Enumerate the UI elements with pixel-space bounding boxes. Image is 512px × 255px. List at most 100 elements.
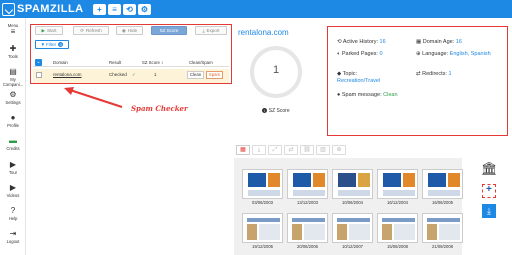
spam-checker-label: Spam Checker xyxy=(131,104,188,113)
list-button[interactable]: ≡ xyxy=(108,4,121,15)
sidebar-item-profile[interactable]: ● Profile xyxy=(0,113,26,129)
sidebar-item-label: Profile xyxy=(7,123,19,128)
tour-icon: ▶ xyxy=(9,160,17,169)
download-icon: ⤓ xyxy=(257,147,261,153)
download-icon: ⤓ xyxy=(487,206,491,216)
sidebar-item-label: Credits xyxy=(6,146,20,151)
app-logo[interactable]: SPAMZILLA xyxy=(2,2,84,16)
thumb-image xyxy=(293,190,325,196)
link-icon: ⛓ xyxy=(303,147,311,153)
toolbar-highlight-box xyxy=(30,24,232,84)
sidebar-item-label: Tour xyxy=(8,170,18,175)
snapshot-thumbnail[interactable] xyxy=(422,213,463,243)
thumb-image xyxy=(427,218,460,222)
calendar-icon: ▦ xyxy=(240,147,246,153)
user-icon: ● xyxy=(10,113,16,122)
snapshot-date: 10/12/2007 xyxy=(342,244,363,249)
tools-icon: ✚ xyxy=(9,44,17,53)
snapshot-thumbnail[interactable] xyxy=(332,169,373,199)
thumb-image xyxy=(382,224,392,240)
thumb-image xyxy=(338,190,370,196)
thumb-image xyxy=(428,173,446,187)
sidebar-menu[interactable]: Menu ≡ xyxy=(0,23,26,37)
sidebar-item-label: Logout xyxy=(6,239,20,244)
thumb-image xyxy=(427,224,437,240)
help-icon: ? xyxy=(10,206,16,215)
credits-icon: ▬ xyxy=(9,136,17,145)
thumb-image xyxy=(248,190,280,196)
sidebar-item-videos[interactable]: ▶ Videos xyxy=(0,183,26,199)
snapshot-date: 03/06/2003 xyxy=(252,200,273,205)
thumb-image xyxy=(337,218,370,222)
thumb-image xyxy=(428,190,460,196)
sidebar-item-label: Videos xyxy=(6,193,20,198)
globe-icon: ⊕ xyxy=(336,147,342,153)
snapshot-thumbnail[interactable] xyxy=(332,213,373,243)
sidebar-item-credits[interactable]: ▬ Credits xyxy=(0,136,26,152)
thumb-image xyxy=(439,224,460,240)
snapshot-thumbnail[interactable] xyxy=(242,213,283,243)
logo-icon xyxy=(2,2,15,16)
tab-links[interactable]: ⛓ xyxy=(300,145,314,155)
sidebar-item-tour[interactable]: ▶ Tour xyxy=(0,160,26,176)
snapshot-thumbnail[interactable] xyxy=(377,169,418,199)
add-button[interactable]: + xyxy=(93,4,106,15)
thumb-image xyxy=(259,224,280,240)
thumb-image xyxy=(358,173,370,187)
thumb-image xyxy=(382,218,415,222)
thumb-image xyxy=(268,173,280,187)
folder-icon: ▤ xyxy=(9,67,17,76)
thumb-image xyxy=(248,173,266,187)
tab-redirects[interactable]: ⇄ xyxy=(284,145,298,155)
video-icon: ▶ xyxy=(9,183,17,192)
thumb-image xyxy=(247,218,280,222)
score-value: 1 xyxy=(272,64,280,76)
snapshot-thumbnail[interactable] xyxy=(287,169,328,199)
snapshot-date: 20/06/2006 xyxy=(297,244,318,249)
tab-expand[interactable]: ⤢ xyxy=(268,145,282,155)
snapshot-date: 21/09/2008 xyxy=(432,244,453,249)
add-snapshot-button[interactable]: + xyxy=(482,184,496,198)
thumb-image xyxy=(313,173,325,187)
thumb-image xyxy=(338,173,356,187)
sidebar-item-label: Help xyxy=(8,216,18,221)
thumb-image xyxy=(247,224,257,240)
sidebar-item-logout[interactable]: ⇥ Logout xyxy=(0,229,26,245)
snapshot-thumbnail[interactable] xyxy=(422,169,463,199)
snapshot-date: 16/06/2005 xyxy=(432,200,453,205)
thumb-image xyxy=(448,173,460,187)
score-caption: i SZ Score xyxy=(236,108,316,114)
details-highlight-box xyxy=(327,26,508,136)
snapshot-thumbnail[interactable] xyxy=(242,169,283,199)
hamburger-icon: ≡ xyxy=(10,27,16,36)
tab-download[interactable]: ⤓ xyxy=(252,145,266,155)
thumb-image xyxy=(349,224,370,240)
snapshot-thumbnail[interactable] xyxy=(287,213,328,243)
snapshot-date: 19/12/2005 xyxy=(252,244,273,249)
tab-calendar[interactable]: ▦ xyxy=(236,145,250,155)
thumb-image xyxy=(292,218,325,222)
thumb-image xyxy=(304,224,325,240)
sidebar-item-tools[interactable]: ✚ Tools xyxy=(0,44,26,60)
archive-icon[interactable]: 🏛 xyxy=(481,162,498,176)
settings-button[interactable]: ⚙ xyxy=(138,4,151,15)
info-icon: i xyxy=(262,108,268,113)
tab-globe[interactable]: ⊕ xyxy=(332,145,346,155)
redirect-icon: ⇄ xyxy=(288,147,294,153)
logout-icon: ⇥ xyxy=(9,229,17,238)
thumb-image xyxy=(292,224,302,240)
thumb-image xyxy=(383,173,401,187)
thumb-image xyxy=(394,224,415,240)
tab-chart[interactable]: ▥ xyxy=(316,145,330,155)
snapshot-thumbnail[interactable] xyxy=(377,213,418,243)
sidebar-item-companies[interactable]: ▤ My Compani... xyxy=(0,67,26,88)
history-button[interactable]: ⟲ xyxy=(123,4,136,15)
score-label: SZ Score xyxy=(268,108,290,114)
chart-icon: ▥ xyxy=(320,147,326,153)
gear-icon: ⚙ xyxy=(9,90,17,99)
sidebar-item-help[interactable]: ? Help xyxy=(0,206,26,222)
sidebar-item-settings[interactable]: ⚙ Settings xyxy=(0,90,26,106)
snapshot-date: 16/12/2004 xyxy=(387,200,408,205)
download-snapshot-button[interactable]: ⤓ xyxy=(482,204,496,218)
top-bar: SPAMZILLA + ≡ ⟲ ⚙ xyxy=(0,0,512,18)
